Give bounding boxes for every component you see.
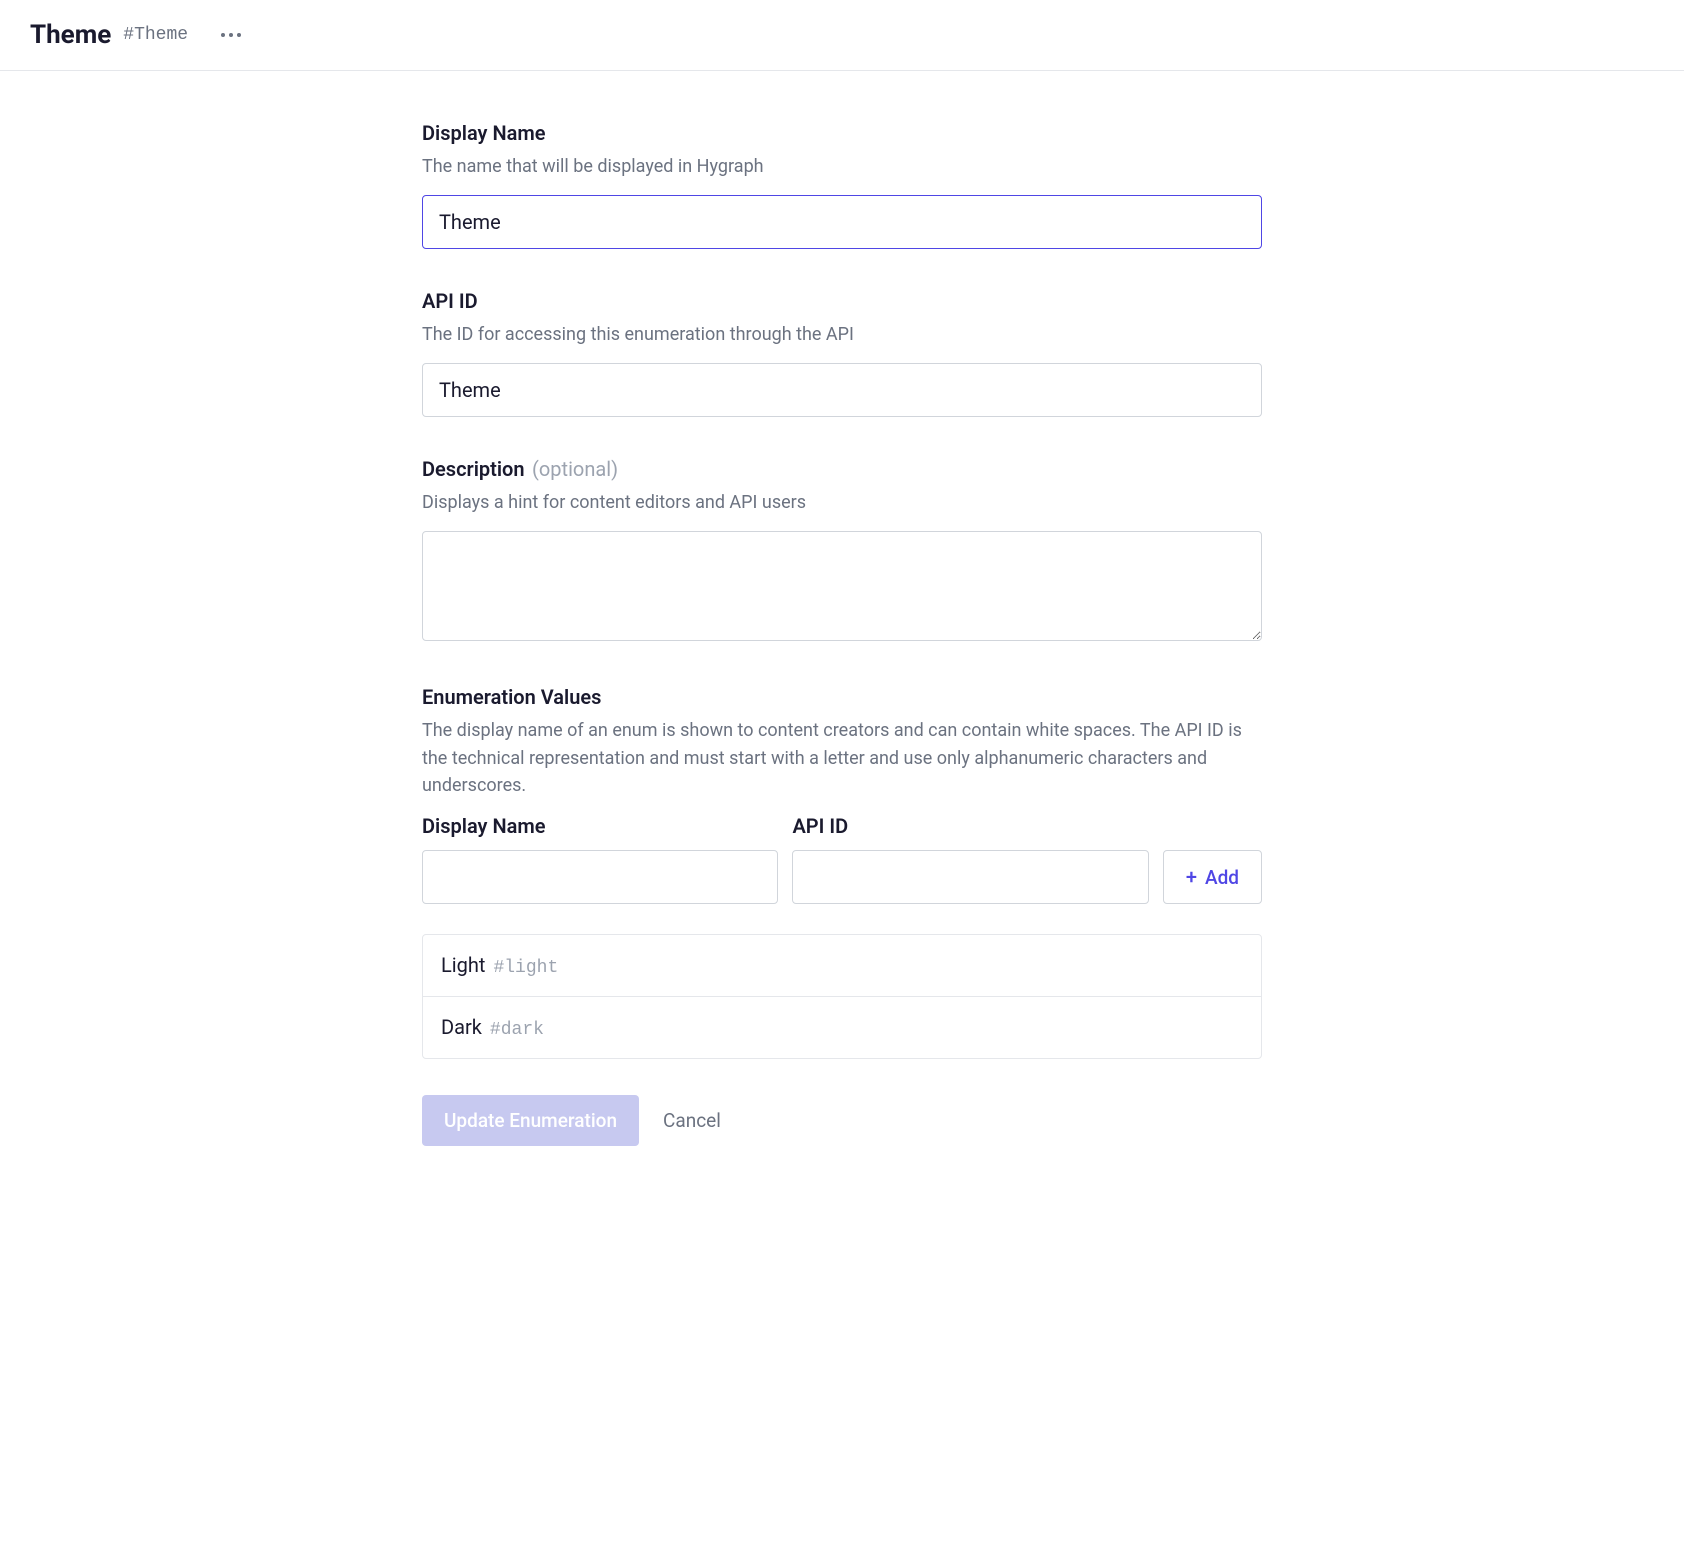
enum-values-hint: The display name of an enum is shown to …: [422, 717, 1262, 801]
display-name-hint: The name that will be displayed in Hygra…: [422, 153, 1262, 181]
enum-api-id-col: API ID: [792, 814, 1148, 904]
api-id-input[interactable]: [422, 363, 1262, 417]
enum-value-name: Light: [441, 953, 485, 977]
add-button-label: Add: [1205, 866, 1239, 889]
actions-row: Update Enumeration Cancel: [422, 1095, 1262, 1146]
api-id-hint: The ID for accessing this enumeration th…: [422, 321, 1262, 349]
display-name-input[interactable]: [422, 195, 1262, 249]
add-button[interactable]: + Add: [1163, 850, 1262, 904]
enum-api-id-input[interactable]: [792, 850, 1148, 904]
description-input[interactable]: [422, 531, 1262, 641]
enum-value-id: #light: [493, 958, 558, 978]
enum-api-id-col-label: API ID: [792, 814, 1148, 838]
display-name-label: Display Name: [422, 121, 545, 145]
api-id-label: API ID: [422, 289, 478, 313]
cancel-button[interactable]: Cancel: [663, 1109, 721, 1132]
enum-display-name-col: Display Name: [422, 814, 778, 904]
enum-inputs-row: Display Name API ID + Add: [422, 814, 1262, 904]
page-header: Theme #Theme: [0, 0, 1684, 71]
enum-display-name-input[interactable]: [422, 850, 778, 904]
api-id-group: API ID The ID for accessing this enumera…: [422, 289, 1262, 417]
description-group: Description (optional) Displays a hint f…: [422, 457, 1262, 645]
enum-value-row[interactable]: Dark #dark: [423, 997, 1261, 1058]
enum-values-section: Enumeration Values The display name of a…: [422, 685, 1262, 1060]
page-title: Theme: [30, 20, 111, 50]
enum-value-name: Dark: [441, 1015, 482, 1039]
enum-display-name-col-label: Display Name: [422, 814, 778, 838]
description-label: Description: [422, 457, 525, 481]
enum-value-row[interactable]: Light #light: [423, 935, 1261, 997]
enum-values-list: Light #light Dark #dark: [422, 934, 1262, 1059]
plus-icon: +: [1186, 867, 1197, 887]
display-name-group: Display Name The name that will be displ…: [422, 121, 1262, 249]
more-icon[interactable]: [220, 32, 242, 38]
page-tag: #Theme: [123, 25, 188, 45]
enum-value-id: #dark: [490, 1020, 544, 1040]
optional-tag: (optional): [532, 457, 618, 481]
description-hint: Displays a hint for content editors and …: [422, 489, 1262, 517]
form-content: Display Name The name that will be displ…: [392, 71, 1292, 1186]
update-button[interactable]: Update Enumeration: [422, 1095, 639, 1146]
enum-values-label: Enumeration Values: [422, 685, 601, 709]
